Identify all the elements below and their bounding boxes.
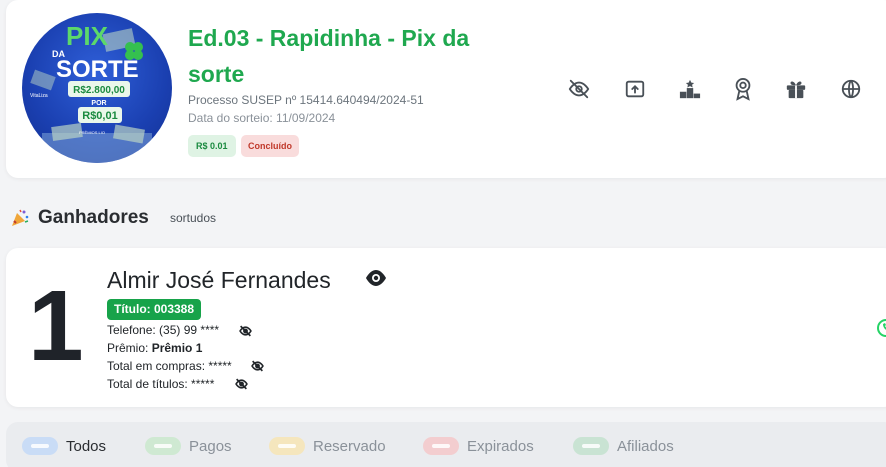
filter-afiliados[interactable]: Afiliados <box>573 436 674 456</box>
winner-phone: Telefone: (35) 99 **** <box>107 323 220 337</box>
filter-todos-swatch <box>22 437 58 455</box>
prize-label: Prêmio: <box>107 341 149 355</box>
cover-por-text: POR <box>91 100 106 107</box>
filter-afiliados-swatch <box>573 437 609 455</box>
filter-expirados-swatch <box>423 437 459 455</box>
raffle-title: Ed.03 - Rapidinha - Pix da sorte <box>188 25 470 87</box>
raffle-cover-image: PIX DA SORTE R$2.800,00 POR R$0,01 VitaL… <box>22 13 172 163</box>
filter-pagos-swatch <box>145 437 181 455</box>
eye-icon[interactable] <box>364 269 390 291</box>
raffle-header-card: PIX DA SORTE R$2.800,00 POR R$0,01 VitaL… <box>6 0 886 178</box>
winner-rank: 1 <box>28 270 84 382</box>
podium-icon[interactable] <box>679 78 701 100</box>
cover-brand-left: VitaLiza <box>30 93 48 99</box>
raffle-cover-art: PIX DA SORTE R$2.800,00 POR R$0,01 VitaL… <box>30 21 152 163</box>
reveal-titles-eye-slash-icon[interactable] <box>235 377 248 390</box>
filter-afiliados-label: Afiliados <box>617 437 674 455</box>
gift-icon[interactable] <box>785 78 807 100</box>
winner-name: Almir José Fernandes <box>107 267 331 293</box>
cover-brand-bottom: PRÊMIOS LIO <box>79 130 105 135</box>
status-filter-bar: Todos Pagos Reservado Expirados Afiliado… <box>6 422 886 467</box>
filter-pagos[interactable]: Pagos <box>145 436 232 456</box>
winner-prize: Prêmio: Prêmio 1 <box>107 341 202 355</box>
winner-card: 1 Almir José Fernandes Título: 003388 Te… <box>6 248 886 407</box>
filter-todos[interactable]: Todos <box>22 436 106 456</box>
price-badge: R$ 0.01 <box>188 135 236 157</box>
filter-todos-label: Todos <box>66 437 107 455</box>
filter-reservado-swatch <box>269 437 305 455</box>
filter-expirados[interactable]: Expirados <box>423 436 534 456</box>
eye-slash-icon[interactable] <box>568 78 590 100</box>
ball-icon[interactable] <box>840 78 862 100</box>
reveal-phone-eye-slash-icon[interactable] <box>239 324 252 337</box>
winner-total-purchases: Total em compras: ***** <box>107 359 232 373</box>
cover-sorte-text: SORTE <box>56 56 139 83</box>
susep-process-text: Processo SUSEP nº 15414.640494/2024-51 <box>188 93 424 107</box>
winner-total-titles: Total de títulos: ***** <box>107 377 215 391</box>
filter-pagos-label: Pagos <box>189 437 232 455</box>
cover-amount-text: R$2.800,00 <box>73 85 125 96</box>
filter-reservado[interactable]: Reservado <box>269 436 386 456</box>
award-ribbon-icon[interactable] <box>732 78 754 101</box>
ticket-number-badge: Título: 003388 <box>107 299 202 320</box>
winners-section-subtitle: sortudos <box>170 211 217 225</box>
winners-section-title: Ganhadores <box>38 207 149 228</box>
reveal-purchases-eye-slash-icon[interactable] <box>251 359 264 372</box>
status-badge: Concluído <box>241 135 299 157</box>
whatsapp-icon[interactable] <box>876 318 886 338</box>
cover-pix-text: PIX <box>66 21 109 51</box>
share-up-icon[interactable] <box>624 78 646 100</box>
filter-expirados-label: Expirados <box>467 437 534 455</box>
draw-date-text: Data do sorteio: 11/09/2024 <box>188 111 336 125</box>
cover-price-text: R$0,01 <box>82 110 117 122</box>
filter-reservado-label: Reservado <box>313 437 386 455</box>
prize-value: Prêmio 1 <box>151 341 203 355</box>
party-popper-icon <box>10 208 30 228</box>
